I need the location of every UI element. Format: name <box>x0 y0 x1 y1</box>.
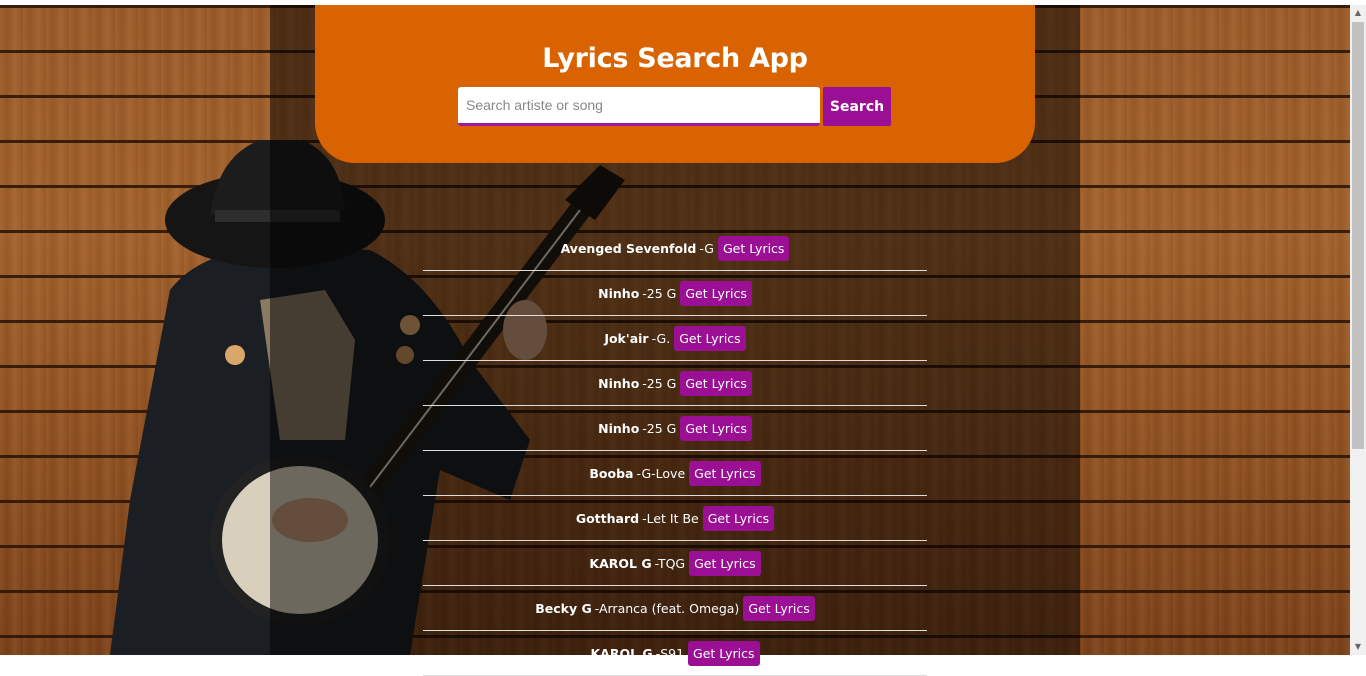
result-song: -25 G <box>642 375 677 391</box>
app-title: Lyrics Search App <box>542 43 808 74</box>
get-lyrics-button[interactable]: Get Lyrics <box>680 415 752 441</box>
scroll-up-arrow-icon[interactable]: ▲ <box>1350 5 1366 21</box>
result-item: Ninho -25 G Get Lyrics <box>423 361 927 406</box>
result-item: Booba -G-Love Get Lyrics <box>423 451 927 496</box>
get-lyrics-button[interactable]: Get Lyrics <box>702 505 775 531</box>
result-item: KAROL G -S91 Get Lyrics <box>423 631 927 676</box>
search-button[interactable]: Search <box>823 87 891 126</box>
get-lyrics-button[interactable]: Get Lyrics <box>680 280 752 306</box>
result-item: Ninho -25 G Get Lyrics <box>423 271 927 316</box>
vertical-scrollbar[interactable]: ▲ ▼ <box>1350 5 1366 655</box>
result-item: Becky G -Arranca (feat. Omega) Get Lyric… <box>423 586 927 631</box>
result-item: KAROL G -TQG Get Lyrics <box>423 541 927 586</box>
results-list: Avenged Sevenfold -G Get Lyrics Ninho -2… <box>423 226 927 676</box>
result-artist: KAROL G <box>590 645 653 661</box>
result-song: -S91 <box>655 645 685 661</box>
get-lyrics-button[interactable]: Get Lyrics <box>688 640 760 666</box>
get-lyrics-button[interactable]: Get Lyrics <box>689 550 761 576</box>
search-input[interactable] <box>458 87 820 126</box>
result-artist: KAROL G <box>589 555 652 571</box>
result-artist: Booba <box>589 465 634 481</box>
result-song: -TQG <box>654 555 686 571</box>
scroll-down-arrow-icon[interactable]: ▼ <box>1350 639 1366 655</box>
get-lyrics-button[interactable]: Get Lyrics <box>674 325 746 351</box>
get-lyrics-button[interactable]: Get Lyrics <box>717 235 790 261</box>
result-song: -25 G <box>642 285 677 301</box>
result-item: Jok'air -G. Get Lyrics <box>423 316 927 361</box>
result-item: Avenged Sevenfold -G Get Lyrics <box>423 226 927 271</box>
result-song: -Let It Be <box>642 510 699 526</box>
get-lyrics-button[interactable]: Get Lyrics <box>680 370 752 396</box>
result-song: -Arranca (feat. Omega) <box>594 600 740 616</box>
scroll-thumb[interactable] <box>1352 22 1364 449</box>
result-song: -G <box>699 240 714 256</box>
app-header: Lyrics Search App Search <box>315 5 1035 163</box>
result-artist: Gotthard <box>575 510 640 526</box>
result-song: -G. <box>651 330 671 346</box>
get-lyrics-button[interactable]: Get Lyrics <box>743 595 815 621</box>
get-lyrics-button[interactable]: Get Lyrics <box>689 460 761 486</box>
result-artist: Ninho <box>598 375 640 391</box>
result-item: Ninho -25 G Get Lyrics <box>423 406 927 451</box>
result-song: -25 G <box>642 420 677 436</box>
result-artist: Ninho <box>598 285 640 301</box>
result-artist: Ninho <box>598 420 640 436</box>
result-song: -G-Love <box>636 465 686 481</box>
result-artist: Avenged Sevenfold <box>560 240 697 256</box>
result-artist: Becky G <box>535 600 592 616</box>
result-artist: Jok'air <box>604 330 649 346</box>
result-item: Gotthard -Let It Be Get Lyrics <box>423 496 927 541</box>
